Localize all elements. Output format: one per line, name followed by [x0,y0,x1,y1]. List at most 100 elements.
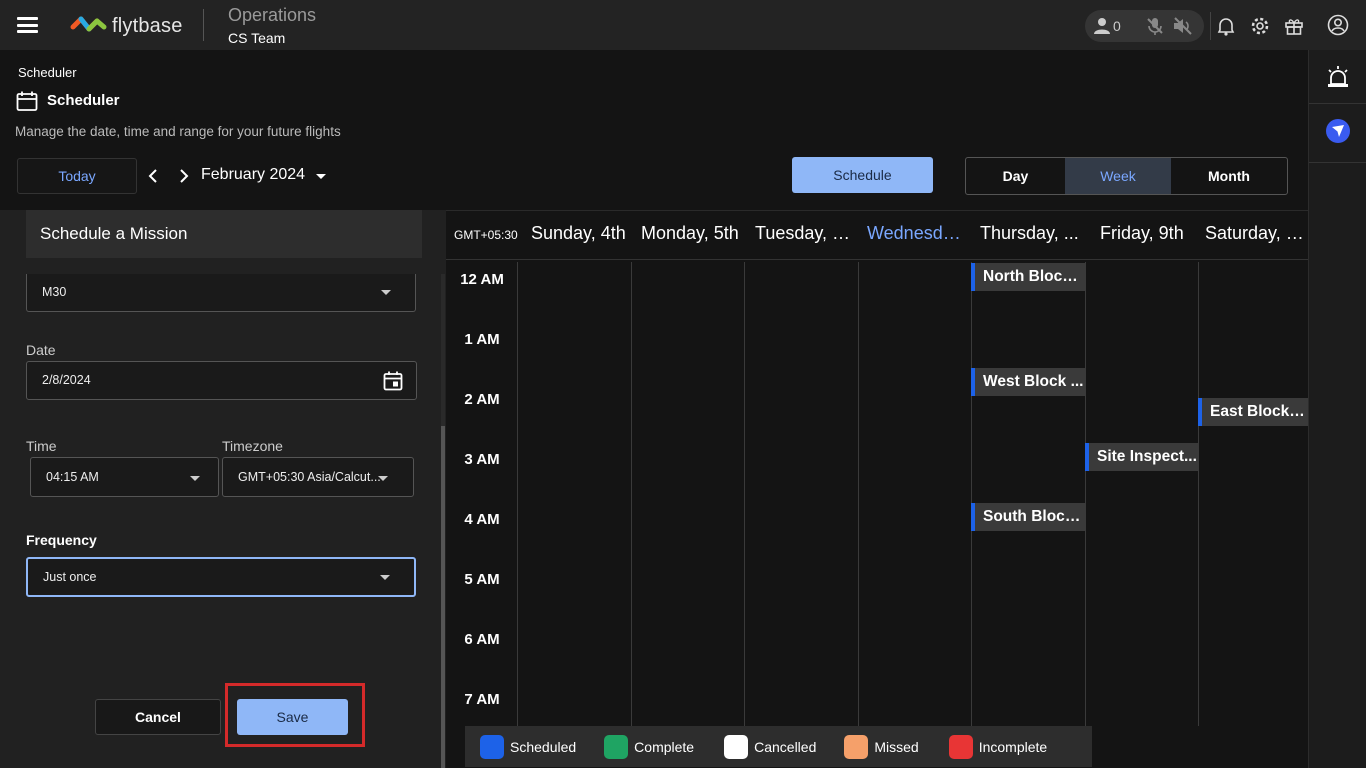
frequency-value: Just once [43,570,97,584]
legend-label: Complete [634,738,695,755]
status-pill: 0 [1085,10,1204,42]
calendar-event[interactable]: Site Inspect... [1085,443,1198,471]
month-selector[interactable]: February 2024 [201,166,305,184]
grid-line [744,262,745,726]
navigation-icon[interactable] [1325,118,1351,144]
grid-line [971,262,972,726]
flytbase-logo-icon [70,16,107,32]
date-value: 2/8/2024 [42,373,91,387]
calendar-event[interactable]: South Block... [971,503,1085,531]
page-description: Manage the date, time and range for your… [15,124,341,139]
calendar-picker-icon[interactable] [383,371,403,391]
calendar-event[interactable]: East Block P... [1198,398,1308,426]
mic-muted-icon[interactable] [1145,16,1165,36]
hour-label: 4 AM [464,511,500,528]
gift-icon[interactable] [1284,16,1304,36]
timezone-select[interactable]: GMT+05:30 Asia/Calcut... [222,457,414,497]
drone-select-value: M30 [42,285,67,299]
divider [1210,12,1211,40]
calendar-event[interactable]: West Block ... [971,368,1085,396]
form-title: Schedule a Mission [40,224,188,243]
date-field[interactable]: 2/8/2024 [26,361,417,400]
gear-icon[interactable] [1250,16,1270,36]
day-header[interactable]: Thursday, ... [980,223,1080,244]
grid-line [858,262,859,726]
divider [1309,162,1366,163]
chevron-down-icon[interactable] [316,174,326,179]
today-button[interactable]: Today [17,158,137,194]
calendar-timezone: GMT+05:30 [454,228,518,242]
day-header-today[interactable]: Wednesda... [867,223,967,244]
legend-item: Incomplete [948,734,1048,759]
menu-icon[interactable] [17,17,38,33]
view-toggle: Day Week Month [965,157,1288,195]
speaker-muted-icon[interactable] [1172,16,1194,36]
status-legend: Scheduled Complete Cancelled Missed Inco… [465,726,1092,767]
legend-label: Cancelled [754,738,817,755]
users-icon [1094,18,1110,34]
time-value: 04:15 AM [46,470,99,484]
grid-line [631,262,632,726]
bell-icon[interactable] [1217,16,1235,36]
legend-label: Missed [874,738,919,755]
grid-line [1198,262,1199,726]
hour-label: 5 AM [464,571,500,588]
online-count: 0 [1113,18,1121,34]
frequency-select[interactable]: Just once [26,557,416,597]
hour-label: 1 AM [464,331,500,348]
legend-item: Missed [844,734,919,759]
legend-swatch [480,734,504,759]
breadcrumb[interactable]: Scheduler [18,65,77,80]
legend-swatch [604,734,629,759]
divider [1309,103,1366,104]
form-header: Schedule a Mission [26,210,422,258]
chevron-down-icon [380,575,390,580]
day-header[interactable]: Tuesday, 6... [755,223,855,244]
hour-label: 3 AM [464,451,500,468]
day-header[interactable]: Sunday, 4th [531,223,631,244]
divider [203,9,204,41]
cancel-button[interactable]: Cancel [95,699,221,735]
scrollbar-thumb[interactable] [441,426,445,768]
grid-line [1085,262,1086,726]
chevron-down-icon [381,290,391,295]
day-header[interactable]: Friday, 9th [1100,223,1192,244]
chevron-down-icon [378,476,388,481]
calendar-event[interactable]: North Block ... [971,263,1085,291]
legend-item: Scheduled [480,734,576,759]
schedule-button[interactable]: Schedule [792,157,933,193]
hour-label: 2 AM [464,391,500,408]
time-select[interactable]: 04:15 AM [30,457,219,497]
view-day-tab[interactable]: Day [966,158,1065,194]
user-profile-icon[interactable] [1327,14,1349,36]
workspace-subtitle[interactable]: CS Team [228,30,285,46]
day-header[interactable]: Monday, 5th [641,223,747,244]
date-label: Date [26,342,56,358]
day-header[interactable]: Saturday, 1... [1205,223,1305,244]
legend-item: Cancelled [724,734,817,759]
drone-select[interactable]: M30 [26,274,416,312]
right-rail [1308,50,1366,768]
grid-line [517,262,518,726]
time-label: Time [26,438,57,454]
hour-label: 6 AM [464,631,500,648]
hour-label: 7 AM [464,691,500,708]
legend-item: Complete [604,734,695,759]
view-week-tab[interactable]: Week [1065,158,1171,194]
page-title: Scheduler [47,92,120,109]
save-button[interactable]: Save [237,699,348,735]
brand-logo[interactable]: flytbase [70,14,183,38]
hour-label: 12 AM [460,271,504,288]
alarm-icon[interactable] [1325,64,1351,90]
legend-swatch [724,734,749,759]
frequency-label: Frequency [26,532,97,548]
legend-label: Incomplete [978,738,1048,755]
legend-swatch [844,734,869,759]
chevron-down-icon [190,476,200,481]
legend-swatch [948,734,973,759]
view-month-tab[interactable]: Month [1171,158,1287,194]
workspace-title[interactable]: Operations [228,5,316,26]
chevron-left-icon[interactable] [147,168,159,184]
calendar-icon [16,91,38,111]
chevron-right-icon[interactable] [178,168,190,184]
